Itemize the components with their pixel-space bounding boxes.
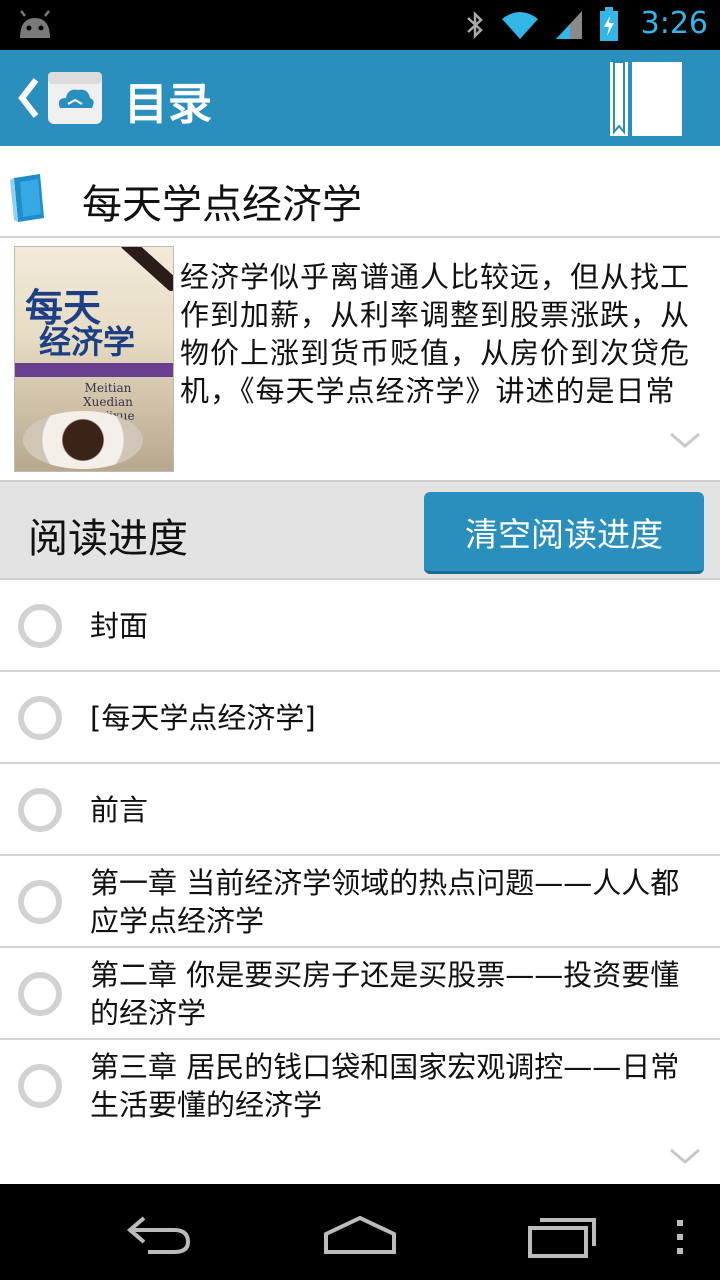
- chevron-down-icon[interactable]: [668, 430, 702, 450]
- page-title: 目录: [124, 79, 212, 130]
- toc-item[interactable]: 第三章 居民的钱口袋和国家宏观调控——日常生活要懂的经济学: [0, 1040, 720, 1132]
- home-nav-icon[interactable]: [322, 1204, 398, 1264]
- reading-progress-header: 阅读进度 清空阅读进度: [0, 480, 720, 580]
- toc-item[interactable]: 第二章 你是要买房子还是买股票——投资要懂的经济学: [0, 948, 720, 1040]
- toc-item-label: [每天学点经济学]: [90, 701, 316, 735]
- toc-item[interactable]: 前言: [0, 764, 720, 856]
- cover-pen-graphic: [119, 247, 173, 293]
- back-chevron-icon[interactable]: [18, 74, 40, 122]
- toc-item-label: 第一章 当前经济学领域的热点问题——人人都应学点经济学: [90, 866, 680, 938]
- toc-item-label: 封面: [90, 609, 149, 643]
- book-description-section[interactable]: 每天 经济学 Meitian Xuedian Jingjixue 经济学似乎离谱…: [0, 240, 720, 480]
- android-icon: [20, 10, 50, 38]
- toc-item-label: 第三章 居民的钱口袋和国家宏观调控——日常生活要懂的经济学: [90, 1050, 680, 1122]
- toc-item[interactable]: 封面: [0, 580, 720, 672]
- radio-button[interactable]: [18, 1064, 62, 1108]
- table-of-contents: 封面 [每天学点经济学] 前言 第一章 当前经济学领域的热点问题——人人都应学点…: [0, 580, 720, 1132]
- radio-button[interactable]: [18, 972, 62, 1016]
- overflow-menu-icon[interactable]: [672, 1204, 688, 1264]
- action-bar: 目录: [0, 50, 720, 146]
- content-area: 每天学点经济学 每天 经济学 Meitian Xuedian Jingjixue…: [0, 146, 720, 1184]
- reading-progress-label: 阅读进度: [28, 516, 188, 562]
- book-description: 经济学似乎离谱通人比较远，但从找工作到加薪，从利率调整到股票涨跌，从物价上涨到货…: [180, 260, 691, 408]
- toc-item-label: 前言: [90, 793, 149, 827]
- toc-item-label: 第二章 你是要买房子还是买股票——投资要懂的经济学: [90, 958, 680, 1030]
- navigation-bar: [0, 1184, 720, 1280]
- cover-band: [15, 363, 173, 377]
- book-header: 每天学点经济学: [0, 146, 720, 238]
- radio-button[interactable]: [18, 604, 62, 648]
- cloud-book-app-icon[interactable]: [46, 70, 104, 126]
- clear-progress-button[interactable]: 清空阅读进度: [424, 492, 704, 574]
- cover-coffee-cup: [23, 411, 143, 469]
- radio-button[interactable]: [18, 788, 62, 832]
- clock: 3:26: [640, 6, 708, 41]
- wifi-icon: [502, 12, 538, 39]
- signal-icon: [556, 11, 582, 39]
- toc-item[interactable]: [每天学点经济学]: [0, 672, 720, 764]
- bluetooth-icon: [467, 10, 483, 40]
- radio-button[interactable]: [18, 696, 62, 740]
- recents-nav-icon[interactable]: [526, 1204, 598, 1264]
- chevron-down-icon[interactable]: [668, 1146, 702, 1166]
- battery-charging-icon: [600, 7, 618, 41]
- status-bar: 3:26: [0, 0, 720, 50]
- book-icon: [10, 174, 44, 222]
- cover-title-line2: 经济学: [39, 323, 136, 361]
- radio-button[interactable]: [18, 880, 62, 924]
- toc-item[interactable]: 第一章 当前经济学领域的热点问题——人人都应学点经济学: [0, 856, 720, 948]
- back-nav-icon[interactable]: [124, 1204, 196, 1264]
- book-title: 每天学点经济学: [82, 182, 362, 228]
- book-cover: 每天 经济学 Meitian Xuedian Jingjixue: [14, 246, 174, 472]
- bookmark-icon[interactable]: [610, 62, 682, 136]
